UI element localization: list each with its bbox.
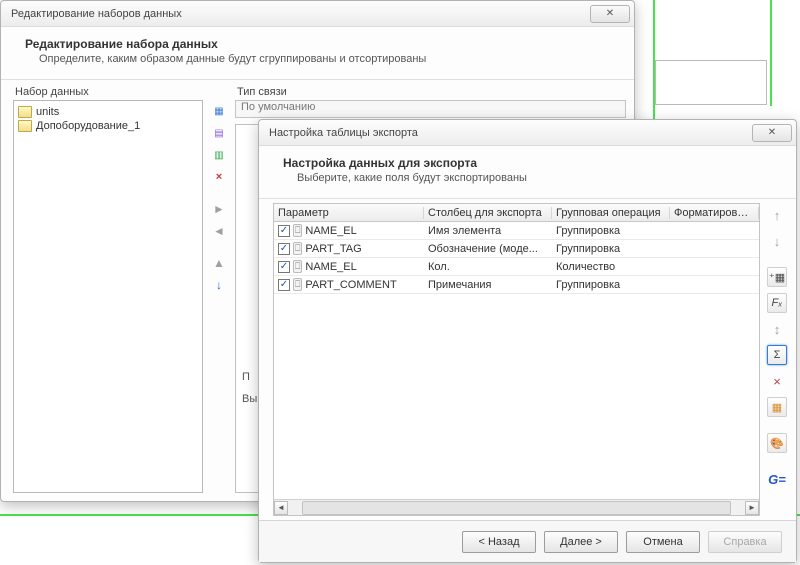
fx-button[interactable]: Fₓ: [767, 293, 787, 313]
export-col: Имя элемента: [424, 225, 552, 237]
param-name: NAME_EL: [305, 261, 356, 273]
grid-row[interactable]: ✓ ⎕ PART_COMMENT Примечания Группировка: [274, 276, 759, 294]
grid-body: ✓ ⎕ NAME_EL Имя элемента Группировка ✓ ⎕…: [274, 222, 759, 499]
col-export[interactable]: Столбец для экспорта: [424, 207, 552, 219]
close-icon: ✕: [606, 8, 614, 19]
param-name: PART_TAG: [305, 243, 361, 255]
move-down-icon[interactable]: ↓: [210, 276, 228, 294]
relation-input[interactable]: По умолчанию: [235, 100, 626, 118]
heading: Редактирование набора данных: [25, 37, 610, 51]
grid-row[interactable]: ✓ ⎕ NAME_EL Кол. Количество: [274, 258, 759, 276]
dataset-item[interactable]: Допоборудование_1: [16, 119, 200, 133]
grid-icon[interactable]: ▦: [210, 102, 228, 120]
cancel-button[interactable]: Отмена: [626, 531, 700, 553]
dataset-label: Набор данных: [15, 86, 203, 98]
scroll-track[interactable]: [302, 501, 731, 515]
fx-icon: Fₓ: [772, 297, 783, 309]
row-icon[interactable]: ▤: [210, 124, 228, 142]
scroll-right-icon[interactable]: ►: [745, 501, 759, 515]
grid-header: Параметр Столбец для экспорта Групповая …: [274, 204, 759, 222]
group-op: Группировка: [552, 225, 670, 237]
remove-icon[interactable]: ×: [767, 371, 787, 391]
window-title: Редактирование наборов данных: [11, 8, 590, 20]
move-up-icon[interactable]: ↑: [767, 205, 787, 225]
export-col: Примечания: [424, 279, 552, 291]
move-left-icon[interactable]: ◄: [210, 222, 228, 240]
move-down-icon[interactable]: ↓: [767, 231, 787, 251]
group-op: Количество: [552, 261, 670, 273]
titlebar[interactable]: Редактирование наборов данных ✕: [1, 1, 634, 27]
horizontal-scrollbar[interactable]: ◄ ►: [274, 499, 759, 515]
sigma-button[interactable]: Σ: [767, 345, 787, 365]
heading-block: Редактирование набора данных Определите,…: [1, 27, 634, 80]
dataset-item[interactable]: units: [16, 105, 200, 119]
heading-block: Настройка данных для экспорта Выберите, …: [259, 146, 796, 199]
checkbox-icon[interactable]: ✓: [278, 225, 290, 237]
grid-side-toolbar: ↑ ↓ ⁺▦ Fₓ ↕ Σ × ▦ 🎨 G=: [766, 203, 788, 516]
param-name: PART_COMMENT: [305, 279, 396, 291]
group-op: Группировка: [552, 243, 670, 255]
calendar-icon: ▦: [772, 401, 782, 414]
add-field-button[interactable]: ⁺▦: [767, 267, 787, 287]
close-button[interactable]: ✕: [590, 5, 630, 23]
sigma-icon: Σ: [774, 349, 781, 361]
export-col: Кол.: [424, 261, 552, 273]
col-param[interactable]: Параметр: [274, 207, 424, 219]
dataset-toolbar: ▦ ▤ ▥ × ► ◄ ▲ ↓: [209, 86, 229, 493]
grid-row[interactable]: ✓ ⎕ NAME_EL Имя элемента Группировка: [274, 222, 759, 240]
help-button[interactable]: Справка: [708, 531, 782, 553]
subheading: Определите, каким образом данные будут с…: [25, 51, 610, 65]
dataset-item-label: Допоборудование_1: [36, 120, 140, 132]
calendar-button[interactable]: ▦: [767, 397, 787, 417]
window-title: Настройка таблицы экспорта: [269, 127, 752, 139]
dataset-icon: [18, 106, 32, 118]
col-format[interactable]: Форматирование резу: [670, 207, 759, 219]
heading: Настройка данных для экспорта: [283, 156, 772, 170]
plus-field-icon: ⁺▦: [769, 271, 785, 284]
grid-row[interactable]: ✓ ⎕ PART_TAG Обозначение (моде... Группи…: [274, 240, 759, 258]
move-up-icon[interactable]: ▲: [210, 254, 228, 272]
field-type-icon: ⎕: [293, 278, 302, 291]
field-type-icon: ⎕: [293, 260, 302, 273]
checkbox-icon[interactable]: ✓: [278, 243, 290, 255]
move-right-icon[interactable]: ►: [210, 200, 228, 218]
relation-label: Тип связи: [237, 86, 626, 98]
wizard-footer: < Назад Далее > Отмена Справка: [259, 520, 796, 562]
param-name: NAME_EL: [305, 225, 356, 237]
window-export-settings: Настройка таблицы экспорта ✕ Настройка д…: [258, 119, 797, 563]
gequal-icon[interactable]: G=: [767, 469, 787, 489]
close-button[interactable]: ✕: [752, 124, 792, 142]
dataset-item-label: units: [36, 106, 59, 118]
column-icon[interactable]: ▥: [210, 146, 228, 164]
scroll-left-icon[interactable]: ◄: [274, 501, 288, 515]
sort-icon[interactable]: ↕: [767, 319, 787, 339]
delete-icon[interactable]: ×: [210, 168, 228, 186]
subheading: Выберите, какие поля будут экспортирован…: [283, 170, 772, 184]
close-icon: ✕: [768, 127, 776, 138]
checkbox-icon[interactable]: ✓: [278, 261, 290, 273]
titlebar[interactable]: Настройка таблицы экспорта ✕: [259, 120, 796, 146]
export-col: Обозначение (моде...: [424, 243, 552, 255]
palette-icon: 🎨: [770, 437, 784, 450]
palette-button[interactable]: 🎨: [767, 433, 787, 453]
field-type-icon: ⎕: [293, 242, 302, 255]
next-button[interactable]: Далее >: [544, 531, 618, 553]
checkbox-icon[interactable]: ✓: [278, 279, 290, 291]
field-type-icon: ⎕: [293, 224, 302, 237]
fields-grid[interactable]: Параметр Столбец для экспорта Групповая …: [273, 203, 760, 516]
group-op: Группировка: [552, 279, 670, 291]
dataset-icon: [18, 120, 32, 132]
dataset-tree[interactable]: units Допоборудование_1: [13, 100, 203, 493]
col-group[interactable]: Групповая операция: [552, 207, 670, 219]
dataset-panel: Набор данных units Допоборудование_1: [13, 86, 203, 493]
back-button[interactable]: < Назад: [462, 531, 536, 553]
